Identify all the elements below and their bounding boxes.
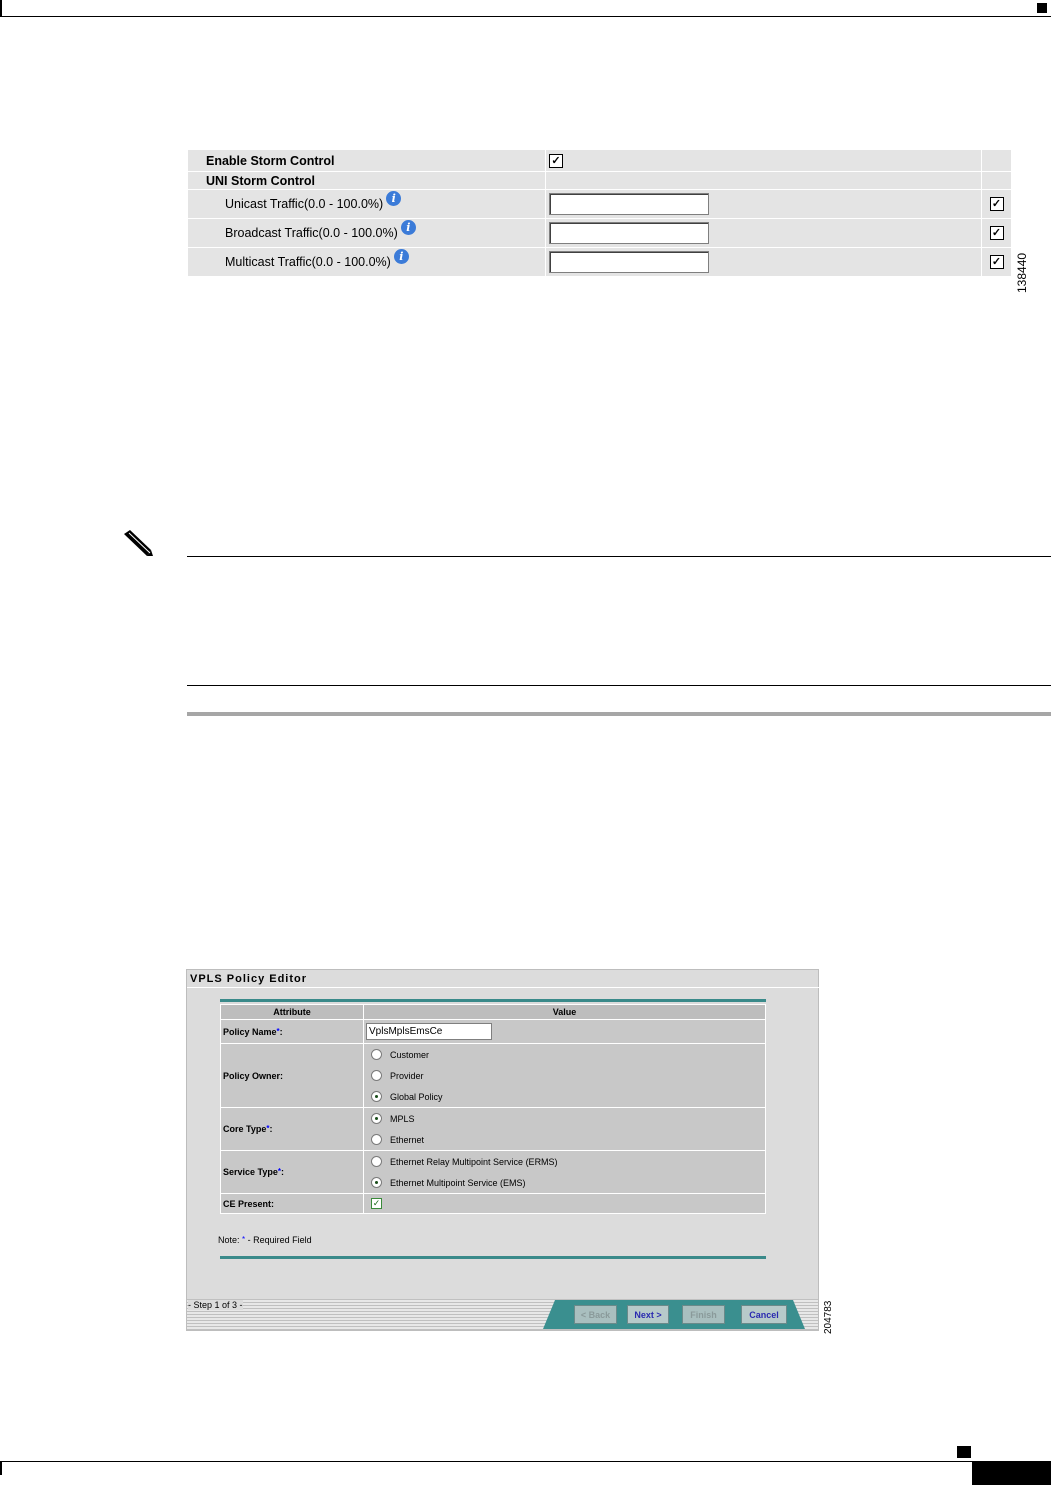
radio-selected-icon: [371, 1177, 382, 1188]
section-divider: [187, 712, 1051, 716]
ce-present-label: CE Present:: [220, 1193, 364, 1214]
radio-icon: [371, 1134, 382, 1145]
service-type-ems-option[interactable]: Ethernet Multipoint Service (EMS): [366, 1172, 763, 1193]
broadcast-override-checkbox[interactable]: ✓: [989, 226, 1004, 241]
cancel-button[interactable]: Cancel: [741, 1305, 787, 1324]
note-pencil-icon: [124, 530, 153, 556]
policy-owner-customer-option[interactable]: Customer: [366, 1044, 763, 1065]
header-rule: [0, 16, 1051, 17]
policy-name-input[interactable]: VplsMplsEmsCe: [366, 1023, 492, 1040]
footer-tick: [0, 1461, 2, 1475]
next-button[interactable]: Next >: [627, 1305, 669, 1324]
enable-storm-control-label: Enable Storm Control: [187, 149, 546, 172]
info-icon[interactable]: i: [400, 219, 416, 235]
broadcast-traffic-input[interactable]: [549, 222, 709, 244]
service-type-label: Service Type: [223, 1167, 278, 1177]
attribute-column-header: Attribute: [220, 1004, 364, 1020]
figure-number: 138440: [1015, 252, 1029, 293]
value-column-header: Value: [363, 1004, 766, 1020]
note-bottom-rule: [187, 685, 1051, 686]
required-field-note: Note: * - Required Field: [218, 1235, 312, 1245]
unicast-traffic-input[interactable]: [549, 193, 709, 215]
note-top-rule: [187, 556, 1051, 557]
broadcast-traffic-label: Broadcast Traffic(0.0 - 100.0%): [225, 225, 398, 240]
radio-icon: [371, 1049, 382, 1060]
service-type-erms-option[interactable]: Ethernet Relay Multipoint Service (ERMS): [366, 1151, 763, 1172]
storm-control-table: Enable Storm Control ✓ UNI Storm Control…: [187, 149, 1012, 277]
info-icon[interactable]: i: [386, 190, 402, 206]
ce-present-checkbox[interactable]: ✓: [371, 1198, 382, 1209]
radio-selected-icon: [371, 1091, 382, 1102]
wizard-button-bar: < Back Next > Finish Cancel: [543, 1300, 805, 1329]
unicast-override-checkbox[interactable]: ✓: [989, 197, 1004, 212]
unicast-traffic-label: Unicast Traffic(0.0 - 100.0%): [225, 196, 384, 211]
page-number-tab: [972, 1461, 1051, 1485]
radio-icon: [371, 1156, 382, 1167]
policy-name-label: Policy Name: [223, 1026, 277, 1037]
multicast-override-checkbox[interactable]: ✓: [989, 255, 1004, 270]
editor-figure-number: 204783: [823, 1300, 834, 1334]
editor-title: VPLS Policy Editor: [190, 973, 308, 985]
policy-owner-label: Policy Owner:: [220, 1043, 364, 1108]
footer-rule: [0, 1461, 1051, 1462]
enable-storm-control-checkbox[interactable]: ✓: [549, 153, 563, 168]
header-tick: [0, 0, 2, 16]
step-indicator: - Step 1 of 3 -: [188, 1300, 243, 1310]
policy-owner-global-option[interactable]: Global Policy: [366, 1086, 763, 1107]
uni-storm-control-heading: UNI Storm Control: [187, 171, 546, 190]
policy-attribute-table: Attribute Value Policy Name*: VplsMplsEm…: [220, 1004, 766, 1214]
core-type-ethernet-option[interactable]: Ethernet: [366, 1129, 763, 1150]
policy-owner-provider-option[interactable]: Provider: [366, 1065, 763, 1086]
multicast-traffic-label: Multicast Traffic(0.0 - 100.0%): [225, 254, 391, 269]
radio-icon: [371, 1070, 382, 1081]
vpls-policy-editor: VPLS Policy Editor Attribute Value Polic…: [186, 969, 820, 1331]
radio-selected-icon: [371, 1113, 382, 1124]
wizard-footer: - Step 1 of 3 - < Back Next > Finish Can…: [187, 1299, 818, 1330]
core-type-label: Core Type: [223, 1124, 267, 1134]
finish-button[interactable]: Finish: [682, 1305, 725, 1324]
multicast-traffic-input[interactable]: [549, 251, 709, 273]
back-button[interactable]: < Back: [574, 1305, 617, 1324]
header-marker: [1037, 3, 1047, 13]
footer-marker: [957, 1446, 971, 1458]
core-type-mpls-option[interactable]: MPLS: [366, 1108, 763, 1129]
info-icon[interactable]: i: [393, 248, 409, 264]
